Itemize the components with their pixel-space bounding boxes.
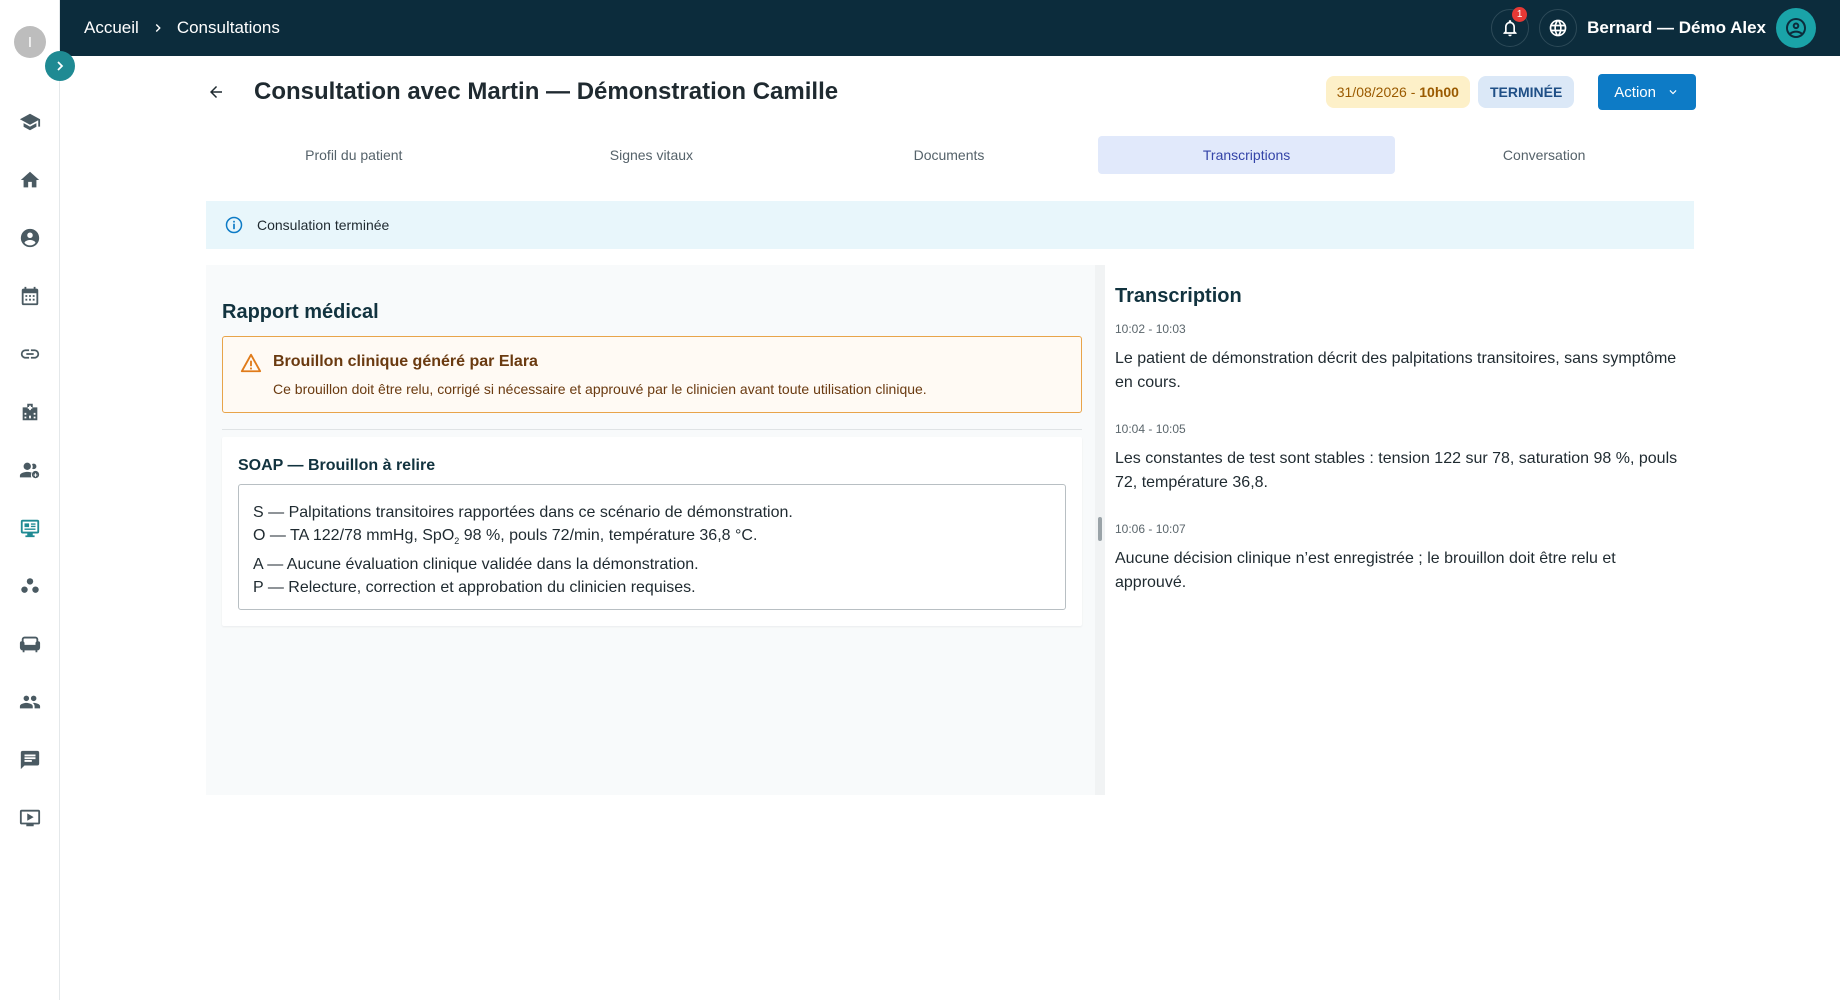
video-icon[interactable] <box>18 806 42 830</box>
transcript-text: Les constantes de test sont stables : te… <box>1115 450 1678 491</box>
logo-letter: I <box>27 33 33 51</box>
page-header: Consultation avec Martin — Démonstration… <box>200 72 1696 112</box>
transcript-entry: 10:02 - 10:03 Le patient de démonstratio… <box>1115 322 1685 395</box>
language-button[interactable] <box>1539 9 1578 47</box>
hospital-icon[interactable] <box>18 400 42 424</box>
tab-conversation[interactable]: Conversation <box>1395 136 1693 174</box>
transcript-entry: 10:06 - 10:07 Aucune décision clinique n… <box>1115 522 1685 595</box>
appointment-date: 31/08/2026 - <box>1336 84 1420 100</box>
team-icon[interactable] <box>18 458 42 482</box>
header-actions: 31/08/2026 - 10h00 TERMINÉE Action <box>1325 74 1696 110</box>
chat-icon[interactable] <box>18 748 42 772</box>
app-logo: I <box>14 26 46 58</box>
info-icon <box>225 216 243 234</box>
sidebar: I <box>0 0 60 1000</box>
action-button-label: Action <box>1614 83 1656 101</box>
account-circle-icon <box>1786 18 1806 38</box>
transcript-text: Le patient de démonstration décrit des p… <box>1115 350 1677 391</box>
soap-subjective: S — Palpitations transitoires rapportées… <box>253 504 793 521</box>
transcript-text: Aucune décision clinique n’est enregistr… <box>1115 550 1616 591</box>
user-avatar[interactable] <box>1776 8 1816 48</box>
sidebar-expand-button[interactable] <box>45 51 75 81</box>
transcription-panel: Transcription 10:02 - 10:03 Le patient d… <box>1105 265 1695 795</box>
soap-objective: O — TA 122/78 mmHg, SpO2 98 %, pouls 72/… <box>253 524 1051 553</box>
soap-objective-part2: 98 %, pouls 72/min, température 36,8 °C. <box>459 527 758 544</box>
notification-badge: 1 <box>1512 7 1528 22</box>
breadcrumb: Accueil Consultations <box>84 18 280 38</box>
medical-report-panel: Rapport médical Brouillon clinique génér… <box>206 265 1096 795</box>
back-button[interactable] <box>202 78 230 106</box>
panel-splitter[interactable] <box>1095 265 1105 795</box>
soap-title: SOAP — Brouillon à relire <box>238 457 436 474</box>
consultation-tabs: Profil du patient Signes vitaux Document… <box>205 136 1693 174</box>
appointment-time: 10h00 <box>1419 84 1459 100</box>
link-icon[interactable] <box>18 342 42 366</box>
calendar-icon[interactable] <box>18 284 42 308</box>
graduation-cap-icon[interactable] <box>18 110 42 134</box>
tab-documents[interactable]: Documents <box>800 136 1098 174</box>
report-title: Rapport médical <box>222 301 379 323</box>
warning-icon <box>240 353 262 373</box>
user-name[interactable]: Bernard — Démo Alex <box>1587 18 1766 38</box>
info-banner-text: Consulation terminée <box>257 217 390 233</box>
notifications-button[interactable]: 1 <box>1491 7 1530 47</box>
chevron-right-icon <box>151 21 165 35</box>
info-banner: Consulation terminée <box>206 201 1694 249</box>
appointment-date-chip: 31/08/2026 - 10h00 <box>1325 76 1470 108</box>
chevron-right-icon <box>57 61 64 71</box>
warning-text: Ce brouillon doit être relu, corrigé si … <box>273 381 927 397</box>
soap-objective-part1: O — TA 122/78 mmHg, SpO <box>253 527 455 544</box>
splitter-handle[interactable] <box>1098 517 1102 541</box>
page-title: Consultation avec Martin — Démonstration… <box>254 78 839 105</box>
home-icon[interactable] <box>18 168 42 192</box>
transcript-time: 10:02 - 10:03 <box>1115 322 1186 336</box>
transcript-time: 10:06 - 10:07 <box>1115 522 1186 536</box>
action-button[interactable]: Action <box>1598 74 1696 110</box>
status-badge: TERMINÉE <box>1477 76 1575 108</box>
people-icon[interactable] <box>18 690 42 714</box>
chevron-down-icon <box>1669 90 1677 95</box>
tab-transcriptions[interactable]: Transcriptions <box>1097 136 1396 174</box>
sofa-icon[interactable] <box>18 632 42 656</box>
soap-card: SOAP — Brouillon à relire S — Palpitatio… <box>222 437 1082 626</box>
groups-icon[interactable] <box>18 574 42 598</box>
globe-icon <box>1549 19 1567 37</box>
transcript-entry: 10:04 - 10:05 Les constantes de test son… <box>1115 422 1685 495</box>
top-bar: Accueil Consultations 1 Bernard — Démo A… <box>60 0 1840 56</box>
patient-icon[interactable] <box>18 226 42 250</box>
transcript-time: 10:04 - 10:05 <box>1115 422 1186 436</box>
top-bar-actions: 1 Bernard — Démo Alex <box>1481 7 1816 48</box>
soap-assessment: A — Aucune évaluation clinique validée d… <box>253 556 699 574</box>
consultation-icon[interactable] <box>18 516 42 540</box>
soap-text-area[interactable]: S — Palpitations transitoires rapportées… <box>238 484 1066 610</box>
draft-warning: Brouillon clinique généré par Elara Ce b… <box>222 336 1082 413</box>
tab-patient-profile[interactable]: Profil du patient <box>205 136 503 174</box>
tab-vital-signs[interactable]: Signes vitaux <box>503 136 801 174</box>
arrow-left-icon <box>210 86 222 98</box>
breadcrumb-home-link[interactable]: Accueil <box>84 18 139 38</box>
soap-plan: P — Relecture, correction et approbation… <box>253 579 696 597</box>
breadcrumb-consultations-link[interactable]: Consultations <box>177 18 280 38</box>
transcription-title: Transcription <box>1115 285 1242 307</box>
warning-title: Brouillon clinique généré par Elara <box>273 353 538 370</box>
divider <box>222 429 1082 430</box>
